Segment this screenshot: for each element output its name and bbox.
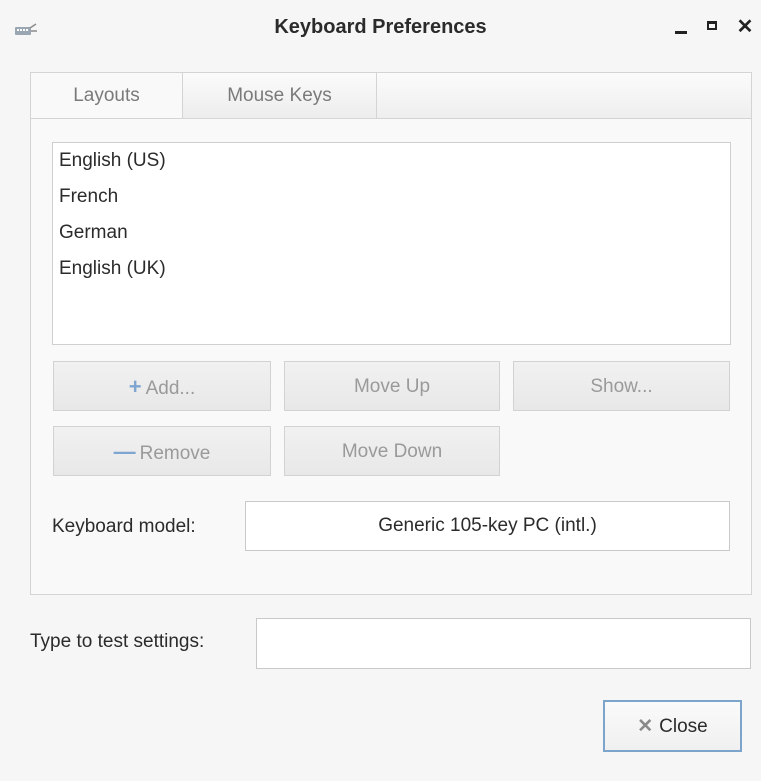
close-icon: ✕: [736, 16, 754, 38]
close-window-button[interactable]: ✕: [734, 16, 756, 38]
close-label: Close: [659, 716, 708, 737]
remove-label: Remove: [139, 443, 211, 464]
minimize-icon: [675, 31, 687, 34]
maximize-icon: [707, 21, 717, 30]
list-item[interactable]: German: [53, 215, 730, 251]
list-item[interactable]: English (US): [53, 143, 730, 179]
tab-layouts[interactable]: Layouts: [31, 73, 183, 121]
add-layout-button[interactable]: + Add...: [53, 361, 271, 411]
list-item[interactable]: English (UK): [53, 251, 730, 287]
list-item[interactable]: French: [53, 179, 730, 215]
add-label: Add...: [145, 378, 196, 399]
minus-icon: —: [113, 439, 136, 464]
window-title: Keyboard Preferences: [274, 16, 487, 38]
keyboard-model-button[interactable]: Generic 105-key PC (intl.): [245, 501, 730, 551]
layouts-list[interactable]: English (US) French German English (UK): [52, 142, 731, 345]
remove-layout-button[interactable]: — Remove: [53, 426, 271, 476]
plus-icon: +: [128, 374, 142, 399]
keyboard-model-label: Keyboard model:: [52, 516, 196, 537]
close-icon: ✕: [637, 716, 654, 737]
move-down-button[interactable]: Move Down: [284, 426, 500, 476]
minimize-button[interactable]: [670, 16, 692, 38]
maximize-button[interactable]: [702, 16, 724, 38]
title-bar: Keyboard Preferences ✕: [0, 0, 761, 58]
tab-strip: Layouts Mouse Keys: [30, 72, 752, 121]
tab-mouse-keys[interactable]: Mouse Keys: [183, 73, 377, 120]
test-settings-input[interactable]: [256, 618, 751, 669]
close-button[interactable]: ✕ Close: [603, 700, 742, 752]
show-layout-button[interactable]: Show...: [513, 361, 730, 411]
move-up-button[interactable]: Move Up: [284, 361, 500, 411]
test-settings-label: Type to test settings:: [30, 631, 205, 652]
